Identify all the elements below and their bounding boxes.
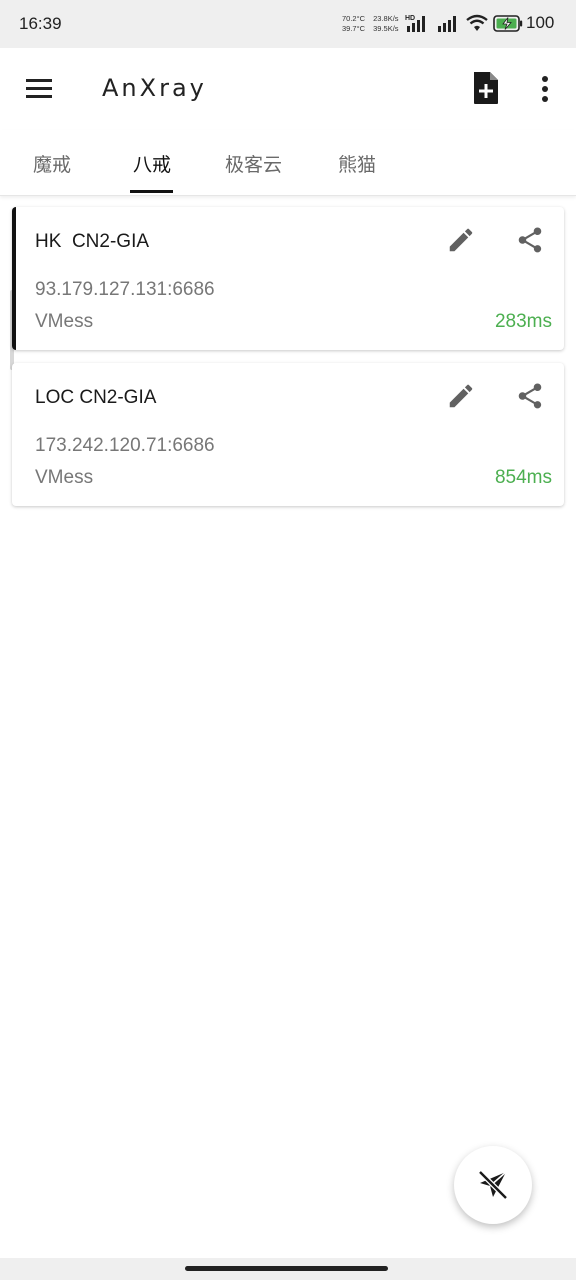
edit-icon xyxy=(449,228,473,252)
menu-button[interactable] xyxy=(22,73,56,103)
cpu-temp: 70.2°C xyxy=(342,14,366,23)
upload-speed: 23.8K/s xyxy=(373,14,399,23)
server-latency: 854ms xyxy=(494,467,552,488)
server-address: 93.179.127.131:6686 xyxy=(35,279,215,300)
status-time: 16:39 xyxy=(19,14,62,33)
edit-button[interactable] xyxy=(446,225,476,255)
add-file-icon xyxy=(474,72,498,104)
server-protocol: VMess xyxy=(35,311,94,332)
tab-indicator xyxy=(130,190,173,193)
battery-level: 100 xyxy=(526,13,555,32)
wifi-icon xyxy=(466,14,488,31)
tab-bajie[interactable]: 八戒 xyxy=(133,150,171,177)
tab-panda[interactable]: 熊猫 xyxy=(338,150,376,177)
server-address: 173.242.120.71:6686 xyxy=(35,435,215,456)
share-icon xyxy=(518,227,542,253)
server-name: HK CN2-GIA xyxy=(35,231,150,252)
navigation-bar xyxy=(0,1258,576,1280)
battery-temp: 39.7°C xyxy=(342,24,366,33)
svg-text:HD: HD xyxy=(405,15,415,22)
share-button[interactable] xyxy=(515,381,545,411)
tab-moje[interactable]: 魔戒 xyxy=(33,150,71,177)
status-bar: 16:39 70.2°C 39.7°C 23.8K/s 39.5K/s HD 1… xyxy=(0,0,576,48)
hd-signal-icon: HD xyxy=(405,15,425,32)
server-name: LOC CN2-GIA xyxy=(35,387,157,408)
app-bar: AnXray xyxy=(0,48,576,130)
download-speed: 39.5K/s xyxy=(373,24,399,33)
edit-icon xyxy=(449,384,473,408)
edit-button[interactable] xyxy=(446,381,476,411)
status-stats: 70.2°C 39.7°C 23.8K/s 39.5K/s xyxy=(342,14,405,34)
share-icon xyxy=(518,383,542,409)
menu-icon xyxy=(26,79,52,98)
battery-charging-icon xyxy=(493,15,523,32)
more-vert-icon xyxy=(542,76,548,102)
signal-icon xyxy=(438,16,456,32)
server-card[interactable]: HK CN2-GIA 93.179.127.131:6686 VMess 283… xyxy=(12,207,564,350)
connect-fab[interactable] xyxy=(454,1146,532,1224)
server-protocol: VMess xyxy=(35,467,94,488)
server-latency: 283ms xyxy=(494,311,552,332)
home-indicator[interactable] xyxy=(185,1266,388,1271)
share-button[interactable] xyxy=(515,225,545,255)
group-tabs: 魔戒 八戒 极客云 熊猫 xyxy=(0,130,576,196)
tab-geekcloud[interactable]: 极客云 xyxy=(225,150,282,177)
more-options-button[interactable] xyxy=(532,72,558,106)
add-profile-button[interactable] xyxy=(470,70,502,106)
paper-plane-off-icon xyxy=(478,1170,508,1200)
server-card[interactable]: LOC CN2-GIA 173.242.120.71:6686 VMess 85… xyxy=(12,363,564,506)
app-title: AnXray xyxy=(102,74,207,102)
